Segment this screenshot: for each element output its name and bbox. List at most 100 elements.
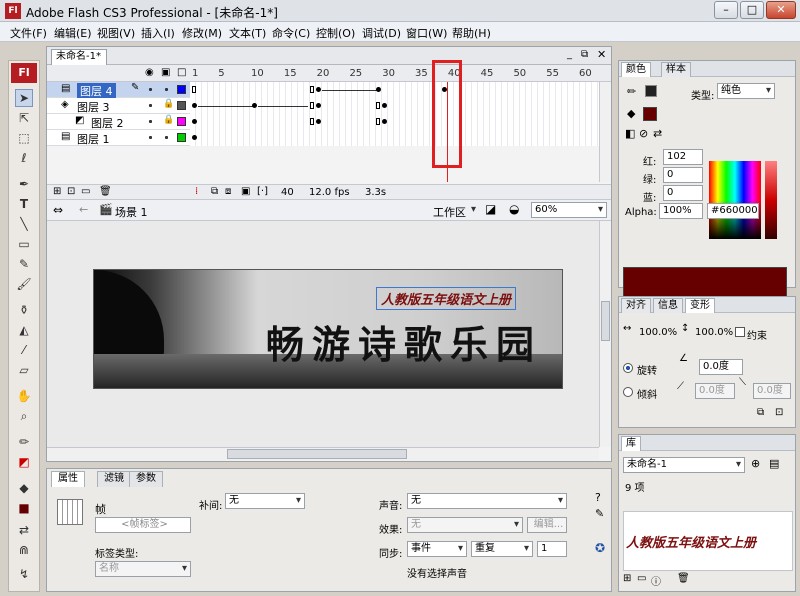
- text-tool-icon[interactable]: T: [15, 195, 33, 213]
- zoom-icon[interactable]: ⌕: [15, 407, 33, 425]
- smooth-icon[interactable]: ↯: [15, 565, 33, 583]
- stage-area[interactable]: 人教版五年级语文上册 畅游诗歌乐园: [47, 221, 599, 447]
- banner-subtitle[interactable]: 人教版五年级语文上册: [376, 287, 517, 310]
- swap-color-icon[interactable]: ⇄: [653, 127, 662, 140]
- frame-number[interactable]: 35: [415, 68, 428, 79]
- brush-icon[interactable]: 🖌: [15, 275, 33, 293]
- edit-icon[interactable]: ✎: [595, 507, 604, 520]
- tween-select[interactable]: 无: [225, 493, 305, 509]
- layer-lock-icon[interactable]: 🔒: [163, 99, 174, 109]
- red-input[interactable]: 102: [663, 149, 703, 165]
- onion-skin-icon[interactable]: ⧉: [211, 186, 218, 197]
- maximize-button[interactable]: □: [740, 1, 764, 19]
- edit-multiple-icon[interactable]: ▣: [241, 186, 250, 197]
- hand-icon[interactable]: ✋: [15, 387, 33, 405]
- onion-markers-icon[interactable]: [·]: [257, 186, 268, 197]
- timeline-scrollbar[interactable]: [599, 82, 611, 182]
- width-scale-value[interactable]: 100.0%: [639, 327, 677, 338]
- repeat-count-input[interactable]: 1: [537, 541, 567, 557]
- frame-number[interactable]: 55: [546, 68, 559, 79]
- panel-close-icon[interactable]: ✕: [597, 48, 606, 61]
- menu-modify[interactable]: 修改(M): [182, 25, 222, 41]
- fill-color-icon[interactable]: ◩: [15, 453, 33, 471]
- alpha-input[interactable]: 100%: [659, 203, 703, 219]
- library-document-select[interactable]: 未命名-1: [623, 457, 745, 473]
- tab-filters[interactable]: 滤镜: [97, 471, 131, 487]
- stroke-pencil-icon[interactable]: ✏: [627, 85, 636, 98]
- color-spectrum[interactable]: [709, 161, 761, 239]
- frame-number[interactable]: 45: [481, 68, 494, 79]
- eraser-icon[interactable]: ▱: [15, 361, 33, 379]
- layer-lock-icon[interactable]: 🔒: [163, 115, 174, 125]
- layer-name[interactable]: 图层 3: [77, 99, 110, 115]
- onion-outline-icon[interactable]: ⧈: [225, 186, 231, 197]
- sync-select[interactable]: 事件: [407, 541, 467, 557]
- rectangle-tool-icon[interactable]: ▭: [15, 235, 33, 253]
- skew-v-input[interactable]: 0.0度: [753, 383, 791, 399]
- delete-icon[interactable]: 🗑: [677, 573, 690, 584]
- copy-transform-icon[interactable]: ⧉: [757, 407, 764, 418]
- accessibility-icon[interactable]: ✪: [595, 541, 605, 555]
- eyedropper-icon[interactable]: ⁄: [15, 341, 33, 359]
- edit-symbol-icon[interactable]: ◪: [485, 202, 496, 216]
- panel-minimize-icon[interactable]: _: [567, 49, 572, 60]
- frame-number[interactable]: 5: [218, 68, 224, 79]
- fill-swatch-icon[interactable]: ■: [15, 499, 33, 517]
- stage-horizontal-scrollbar[interactable]: [47, 447, 599, 461]
- pin-library-icon[interactable]: ⊕: [751, 457, 760, 470]
- add-layer-icon[interactable]: ⊞: [53, 186, 61, 197]
- eye-icon[interactable]: ◉: [145, 67, 154, 78]
- frame-number[interactable]: 30: [382, 68, 395, 79]
- blue-input[interactable]: 0: [663, 185, 703, 201]
- frame-strip[interactable]: [190, 98, 605, 114]
- snap-magnet-icon[interactable]: ⋒: [15, 541, 33, 559]
- tab-color[interactable]: 颜色: [621, 62, 651, 77]
- layer-outline-swatch[interactable]: [177, 101, 186, 110]
- help-icon[interactable]: ?: [595, 491, 601, 504]
- back-arrow-icon[interactable]: ←: [79, 203, 88, 216]
- menu-window[interactable]: 窗口(W): [406, 25, 447, 41]
- delete-layer-icon[interactable]: 🗑: [99, 186, 112, 197]
- skew-h-input[interactable]: 0.0度: [695, 383, 735, 399]
- frame-number[interactable]: 1: [192, 68, 198, 79]
- paint-bucket-icon[interactable]: ◭: [15, 321, 33, 339]
- scene-name[interactable]: 场景 1: [115, 204, 148, 220]
- menu-insert[interactable]: 插入(I): [141, 25, 175, 41]
- frame-number[interactable]: 60: [579, 68, 592, 79]
- properties-icon[interactable]: ⓘ: [651, 573, 661, 588]
- layer-row[interactable]: ◈ 图层 3 🔒: [47, 98, 611, 114]
- ink-bottle-icon[interactable]: ⚱: [15, 301, 33, 319]
- reset-transform-icon[interactable]: ⊡: [775, 407, 783, 418]
- add-folder-icon[interactable]: ▭: [81, 186, 90, 197]
- tab-transform[interactable]: 变形: [685, 298, 715, 313]
- color-type-select[interactable]: 纯色: [717, 83, 775, 99]
- center-frame-icon[interactable]: ⁞: [195, 186, 198, 197]
- rotate-input[interactable]: 0.0度: [699, 359, 743, 375]
- hex-input[interactable]: #660000: [707, 203, 759, 219]
- repeat-select[interactable]: 重复: [471, 541, 533, 557]
- effect-select[interactable]: 无: [407, 517, 523, 533]
- layer-outline-swatch[interactable]: [177, 85, 186, 94]
- label-type-select[interactable]: 名称: [95, 561, 191, 577]
- banner-title[interactable]: 畅游诗歌乐园: [266, 314, 542, 369]
- edit-sound-button[interactable]: 编辑...: [527, 517, 567, 533]
- tab-properties[interactable]: 属性: [51, 471, 85, 487]
- height-scale-value[interactable]: 100.0%: [695, 327, 733, 338]
- frame-strip[interactable]: [190, 130, 605, 146]
- tab-info[interactable]: 信息: [653, 298, 683, 313]
- arrow-tool-icon[interactable]: ➤: [15, 89, 33, 107]
- close-button[interactable]: ✕: [766, 1, 796, 19]
- subselect-tool-icon[interactable]: ⇱: [15, 109, 33, 127]
- layer-name[interactable]: 图层 1: [77, 131, 110, 147]
- tab-library[interactable]: 库: [621, 436, 641, 451]
- stroke-swatch[interactable]: [645, 85, 657, 97]
- frame-number[interactable]: 15: [284, 68, 297, 79]
- pencil-icon[interactable]: ✎: [15, 255, 33, 273]
- green-input[interactable]: 0: [663, 167, 703, 183]
- layer-name[interactable]: 图层 4: [77, 83, 116, 99]
- layer-outline-swatch[interactable]: [177, 117, 186, 126]
- minimize-button[interactable]: –: [714, 1, 738, 19]
- workspace-dropdown[interactable]: 工作区: [433, 204, 479, 220]
- edit-scene-icon[interactable]: ◒: [509, 202, 519, 216]
- zoom-select[interactable]: 60%: [531, 202, 607, 218]
